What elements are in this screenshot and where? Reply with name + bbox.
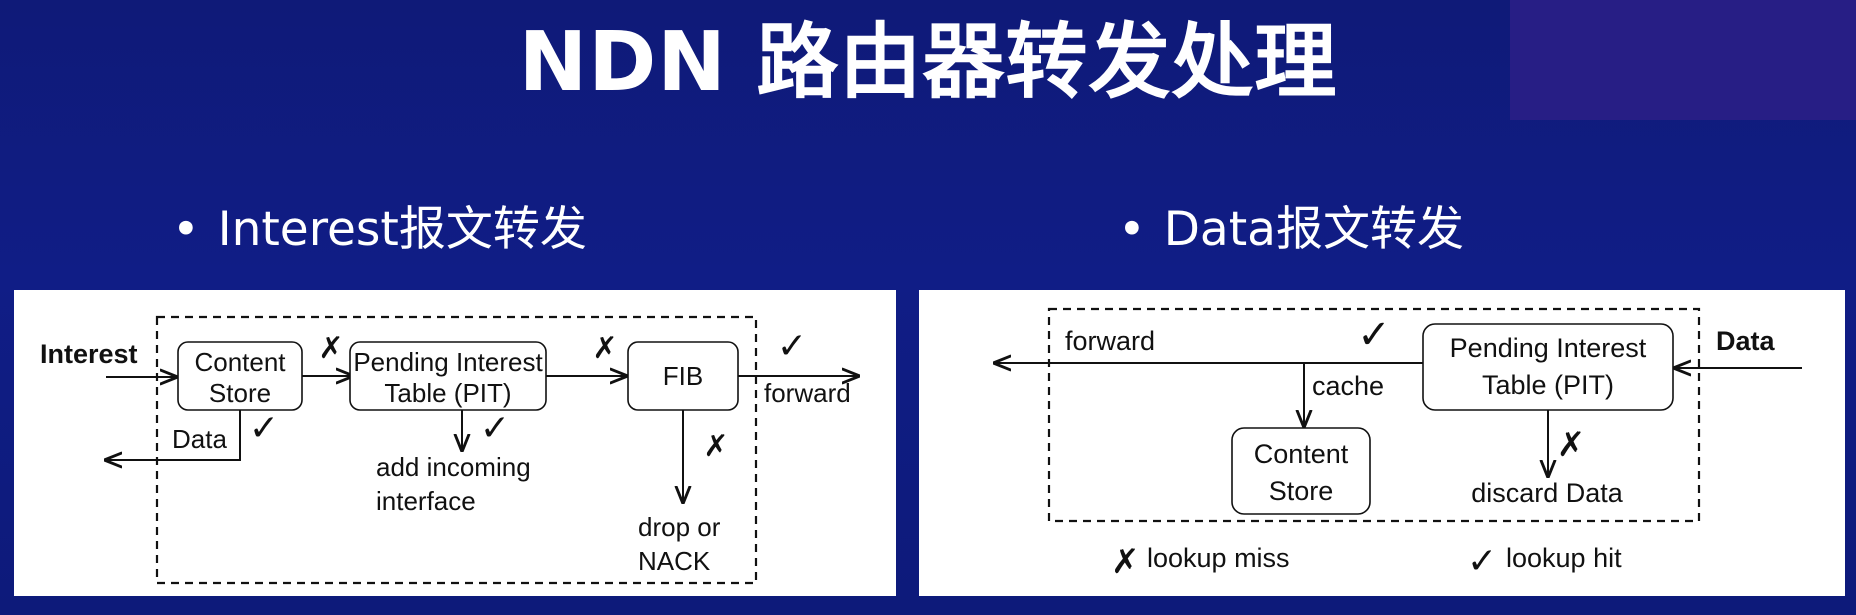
pit-label-2: Table (PIT) bbox=[384, 378, 511, 408]
pit-label-1: Pending Interest bbox=[353, 347, 543, 377]
bullet-dot: • bbox=[1118, 202, 1146, 257]
legend-miss-symbol: ✗ bbox=[1111, 543, 1140, 581]
content-store-label-2: Store bbox=[1269, 476, 1334, 506]
interest-diagram-panel: Interest Content Store ✗ Pending Interes… bbox=[14, 290, 896, 596]
discard-label: discard Data bbox=[1471, 478, 1624, 508]
fib-miss-mark: ✗ bbox=[703, 430, 728, 463]
bullet-data: • Data报文转发 bbox=[1118, 200, 1464, 260]
drop-nack-label-2: NACK bbox=[638, 546, 711, 576]
legend-hit-symbol: ✓ bbox=[1467, 540, 1497, 581]
cs-hit-mark: ✓ bbox=[249, 407, 279, 448]
content-store-label-1: Content bbox=[1254, 439, 1349, 469]
data-input-label: Data bbox=[1716, 326, 1776, 356]
interest-diagram: Interest Content Store ✗ Pending Interes… bbox=[40, 315, 896, 585]
cs-miss-mark: ✗ bbox=[318, 332, 343, 365]
bullet-data-text: Data报文转发 bbox=[1163, 202, 1464, 257]
cache-label: cache bbox=[1312, 371, 1384, 401]
slide-title: NDN 路由器转发处理 bbox=[518, 15, 1338, 110]
data-diagram-panel: Data Pending Interest Table (PIT) forwar… bbox=[919, 290, 1845, 596]
legend-hit-label: lookup hit bbox=[1506, 543, 1622, 573]
bullet-interest: • Interest报文转发 bbox=[172, 200, 587, 260]
data-diagram: Data Pending Interest Table (PIT) forwar… bbox=[919, 307, 1802, 581]
content-store-label-1: Content bbox=[194, 347, 286, 377]
add-incoming-label-2: interface bbox=[376, 486, 476, 516]
interest-input-label: Interest bbox=[40, 339, 138, 369]
pit-hit-mark: ✓ bbox=[1357, 313, 1391, 357]
forward-label: forward bbox=[764, 378, 851, 408]
legend-miss-label: lookup miss bbox=[1147, 543, 1290, 573]
drop-nack-label-1: drop or bbox=[638, 512, 721, 542]
pit-label-2: Table (PIT) bbox=[1482, 370, 1614, 400]
forward-label: forward bbox=[1065, 326, 1155, 356]
add-incoming-label-1: add incoming bbox=[376, 452, 531, 482]
pit-hit-mark: ✓ bbox=[480, 407, 510, 448]
fib-label: FIB bbox=[663, 361, 703, 391]
data-return-label: Data bbox=[172, 424, 227, 454]
pit-miss-mark: ✗ bbox=[592, 332, 617, 365]
content-store-label-2: Store bbox=[209, 378, 271, 408]
fib-hit-mark: ✓ bbox=[777, 325, 807, 366]
pit-miss-mark: ✗ bbox=[1557, 426, 1586, 464]
bullet-dot: • bbox=[172, 202, 200, 257]
bullet-interest-text: Interest报文转发 bbox=[217, 202, 587, 257]
pit-label-1: Pending Interest bbox=[1450, 333, 1647, 363]
